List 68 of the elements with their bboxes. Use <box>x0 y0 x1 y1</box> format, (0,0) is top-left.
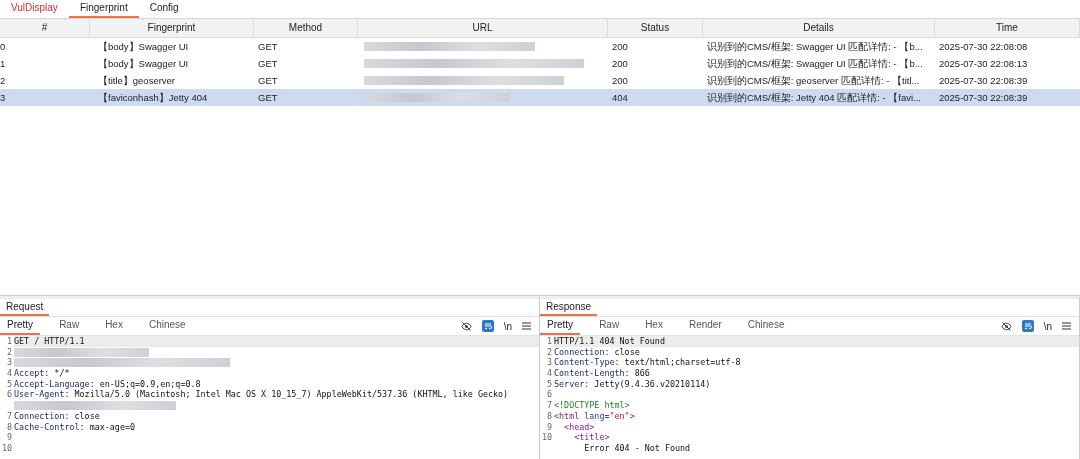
line-number: 1 <box>6 336 12 346</box>
view-tab[interactable]: Raw <box>592 317 627 335</box>
line-number: 3 <box>6 357 12 368</box>
menu-icon[interactable] <box>1062 322 1071 330</box>
code-line: User-Agent: Mozilla/5.0 (Macintosh; Intel Mac OS X 10_15_7) AppleWebKit/537.36 (KHTML, like Gecko) <box>14 389 509 401</box>
tab[interactable]: VulDisplay <box>0 0 69 18</box>
column-header[interactable]: Time <box>935 19 1080 38</box>
wrap-icon[interactable] <box>481 320 494 332</box>
panel-tab[interactable]: Response <box>540 299 598 316</box>
line-number: 10 <box>1 442 12 453</box>
newline-toggle[interactable]: \n <box>503 320 512 332</box>
tab[interactable]: Config <box>138 0 190 18</box>
column-header[interactable]: Status <box>608 19 703 38</box>
line-number: 6 <box>6 389 12 400</box>
code-line: <!DOCTYPE html> <box>554 400 630 411</box>
code-line: Content-Type: text/html;charset=utf-8 <box>554 357 741 369</box>
code-line: Error 404 - Not Found <box>583 442 691 454</box>
view-tab[interactable]: Chinese <box>141 317 193 335</box>
view-tab[interactable]: Render <box>681 317 729 335</box>
line-number: 8 <box>6 421 12 432</box>
table-cell: 【faviconhash】Jetty 404 <box>90 89 254 106</box>
view-tab[interactable]: Raw <box>52 317 87 335</box>
line-number: 6 <box>546 389 552 400</box>
line-number: 4 <box>546 368 552 379</box>
wrap-icon[interactable] <box>1021 320 1034 332</box>
line-number: 2 <box>6 346 12 357</box>
panel-tab[interactable]: Request <box>0 299 50 316</box>
code-line: Connection: close <box>14 410 100 422</box>
view-tab[interactable]: Chinese <box>740 317 792 335</box>
view-tab[interactable]: Hex <box>638 317 670 335</box>
line-number: 10 <box>541 432 552 443</box>
line-number: 9 <box>6 432 12 443</box>
newline-toggle[interactable]: \n <box>1043 320 1052 332</box>
line-number: 3 <box>546 357 552 368</box>
code-line: <title> <box>573 432 610 443</box>
line-number: 1 <box>546 336 552 346</box>
code-line: Content-Length: 866 <box>554 368 650 379</box>
table-cell: 识别到的CMS/框架: Jetty 404 匹配详情: - 【favi... <box>703 89 935 106</box>
column-header[interactable]: Fingerprint <box>90 19 254 38</box>
menu-icon[interactable] <box>522 322 531 330</box>
line-number: 4 <box>6 368 12 379</box>
line-number: 7 <box>6 410 12 421</box>
view-tab[interactable]: Hex <box>98 317 130 335</box>
hide-icon[interactable] <box>1000 320 1012 332</box>
code-line: Accept-Language: en-US;q=0.9,en;q=0.8 <box>14 378 201 390</box>
code-line: Server: Jetty(9.4.36.v20210114) <box>554 378 711 390</box>
column-header[interactable]: Method <box>254 19 358 38</box>
code-line: Cache-Control: max-age=0 <box>14 421 135 433</box>
code-line: GET / HTTP/1.1 <box>14 336 85 347</box>
table-cell: 404 <box>608 89 703 106</box>
column-header[interactable]: URL <box>358 19 608 38</box>
hide-icon[interactable] <box>460 320 472 332</box>
line-number: 5 <box>546 378 552 389</box>
line-number: 5 <box>6 378 12 389</box>
line-number: 2 <box>546 346 552 357</box>
column-header[interactable]: # <box>0 19 90 38</box>
table-cell: 3 <box>0 89 90 106</box>
code-line: <head> <box>563 421 595 433</box>
code-line: Connection: close <box>554 346 640 358</box>
line-number: 8 <box>546 410 552 421</box>
code-line: HTTP/1.1 404 Not Found <box>554 336 665 347</box>
line-number: 9 <box>546 421 552 432</box>
code-line: Accept: */* <box>14 368 70 379</box>
code-line: <html lang="en"> <box>554 410 635 422</box>
table-cell: GET <box>254 89 358 106</box>
line-number: 7 <box>546 400 552 411</box>
table-cell: 2025-07-30 22:08:39 <box>935 89 1080 106</box>
column-header[interactable]: Details <box>703 19 935 38</box>
